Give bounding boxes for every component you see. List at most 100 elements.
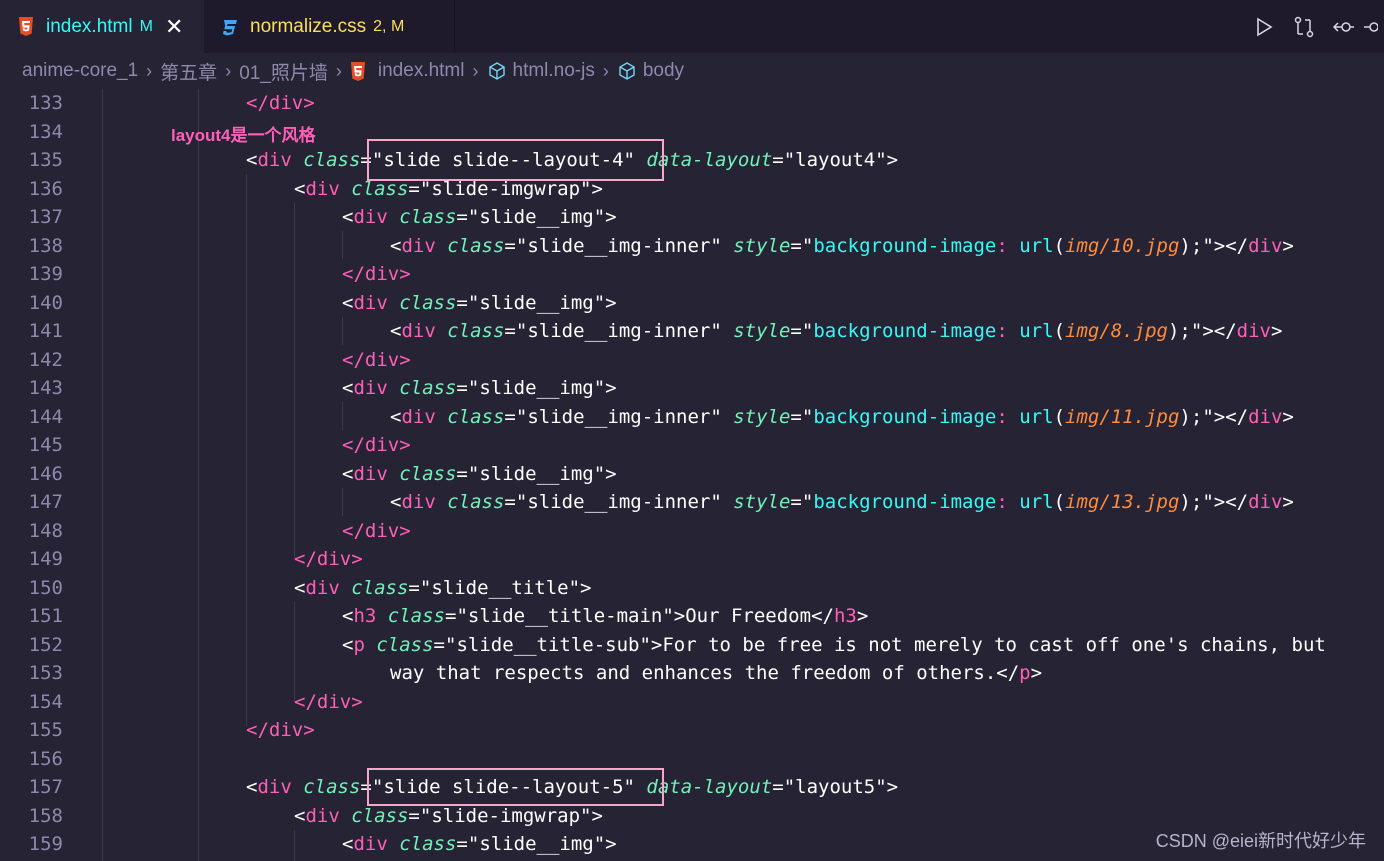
- code-token: way that respects and enhances the freed…: [390, 662, 997, 684]
- code-token: =: [444, 605, 457, 627]
- code-token: (: [1053, 234, 1066, 257]
- code-token: =: [408, 576, 420, 599]
- code-editor[interactable]: </div> <div class="slide slide--layout-4…: [0, 89, 1384, 861]
- code-token: =: [790, 405, 802, 428]
- chevron-right-icon: ›: [472, 60, 479, 81]
- code-token: url: [1007, 405, 1054, 428]
- code-token: </div>: [294, 548, 363, 570]
- breadcrumb-item[interactable]: 01_照片墙: [239, 58, 328, 85]
- code-token: <: [246, 776, 258, 798]
- code-token: "layout4": [783, 149, 887, 171]
- code-token: background-image: [813, 320, 997, 342]
- code-token: div: [401, 234, 436, 257]
- code-token: ": [801, 405, 814, 428]
- go-back-icon[interactable]: [1324, 7, 1364, 47]
- breadcrumb-file[interactable]: index.html: [350, 60, 465, 82]
- code-token: div: [353, 462, 388, 485]
- code-token: h3: [833, 605, 857, 627]
- tab-normalize-css[interactable]: normalize.css 2, M: [204, 0, 455, 53]
- code-token: "slide__img-inner": [515, 234, 722, 257]
- code-token: div: [353, 377, 388, 399]
- code-line: </div>: [294, 688, 363, 716]
- code-token: For to be free is not merely to cast off…: [662, 633, 1326, 656]
- close-icon[interactable]: ✕: [165, 15, 183, 38]
- code-token: </: [996, 662, 1020, 684]
- breadcrumb-item[interactable]: anime-core_1: [22, 60, 138, 82]
- code-token: div: [305, 804, 340, 827]
- code-line: <div class="slide__img">: [342, 460, 617, 488]
- code-line: <div class="slide__img-inner" style="bac…: [390, 232, 1294, 260]
- code-token: div: [305, 576, 340, 599]
- indent-guide: [198, 89, 199, 861]
- code-token: "layout5": [783, 776, 887, 798]
- tab-index-html[interactable]: index.html M ✕: [0, 0, 204, 53]
- code-token: >: [605, 291, 617, 314]
- code-line: <div class="slide__img-inner" style="bac…: [390, 317, 1282, 345]
- tab-problems-badge: 2, M: [373, 17, 405, 35]
- code-token: =: [433, 633, 445, 656]
- code-token: <: [342, 833, 354, 855]
- code-token: <: [342, 377, 354, 399]
- breadcrumb-file-label: index.html: [377, 60, 465, 81]
- code-line: </div>: [246, 716, 315, 744]
- code-token: url: [1007, 234, 1054, 257]
- code-line: <div class="slide__title">: [294, 574, 591, 602]
- tab-bar: index.html M ✕ normalize.css 2, M: [0, 0, 1384, 53]
- code-token: </div>: [342, 263, 411, 285]
- highlight-box-layout-4: [367, 139, 664, 181]
- breadcrumb-symbol-label: html.no-js: [512, 60, 595, 81]
- code-token: <: [342, 633, 354, 656]
- code-token: div: [257, 149, 292, 171]
- code-token: :: [996, 405, 1008, 428]
- breadcrumb-item[interactable]: 第五章: [160, 58, 217, 85]
- code-token: =: [456, 206, 468, 228]
- code-token: "slide__title": [419, 576, 581, 599]
- indent-guide: [342, 402, 343, 430]
- code-token: <: [390, 320, 402, 342]
- run-icon[interactable]: [1244, 7, 1284, 47]
- code-token: style: [721, 491, 791, 513]
- closing-tag: </div>: [246, 92, 315, 114]
- code-token: class: [387, 462, 457, 485]
- code-line: way that respects and enhances the freed…: [390, 659, 1042, 687]
- code-token: img/10.jpg: [1065, 234, 1180, 257]
- code-line: <div class="slide__img">: [342, 289, 617, 317]
- breadcrumb-symbol[interactable]: body: [617, 60, 684, 82]
- compare-changes-icon[interactable]: [1284, 7, 1324, 47]
- code-token: class: [435, 320, 505, 342]
- code-token: >: [673, 605, 686, 627]
- code-token: >: [1030, 662, 1043, 684]
- code-token: >: [591, 804, 603, 827]
- code-token: >: [856, 605, 869, 627]
- code-token: <: [246, 149, 258, 171]
- code-token: <: [294, 177, 306, 200]
- code-token: class: [364, 633, 434, 656]
- code-token: class: [387, 291, 457, 314]
- breadcrumb-symbol[interactable]: html.no-js: [487, 60, 595, 82]
- code-token: p: [353, 633, 365, 656]
- code-token: >: [1282, 405, 1294, 428]
- code-token: <: [390, 491, 402, 513]
- go-forward-icon[interactable]: [1364, 7, 1384, 47]
- code-token: div: [353, 206, 388, 228]
- code-token: div: [401, 405, 436, 428]
- code-token: style: [721, 320, 791, 342]
- code-line: </div>: [342, 431, 411, 459]
- code-token: =: [504, 405, 516, 428]
- code-token: =: [790, 320, 802, 342]
- code-token: (: [1053, 320, 1066, 342]
- code-token: div: [1248, 491, 1283, 513]
- code-token: >: [650, 633, 663, 656]
- code-token: >: [605, 206, 617, 228]
- code-line: <div class="slide__img-inner" style="bac…: [390, 488, 1294, 516]
- code-token: <: [342, 291, 354, 314]
- code-token: class: [387, 206, 457, 228]
- code-line: </div>: [294, 545, 363, 573]
- code-token: ": [801, 234, 814, 257]
- code-token: </div>: [294, 690, 363, 713]
- code-token: div: [257, 776, 292, 798]
- code-token: ></: [1213, 405, 1249, 428]
- code-token: "slide__img": [467, 377, 606, 399]
- code-token: h3: [353, 605, 377, 627]
- code-token: >: [605, 462, 617, 485]
